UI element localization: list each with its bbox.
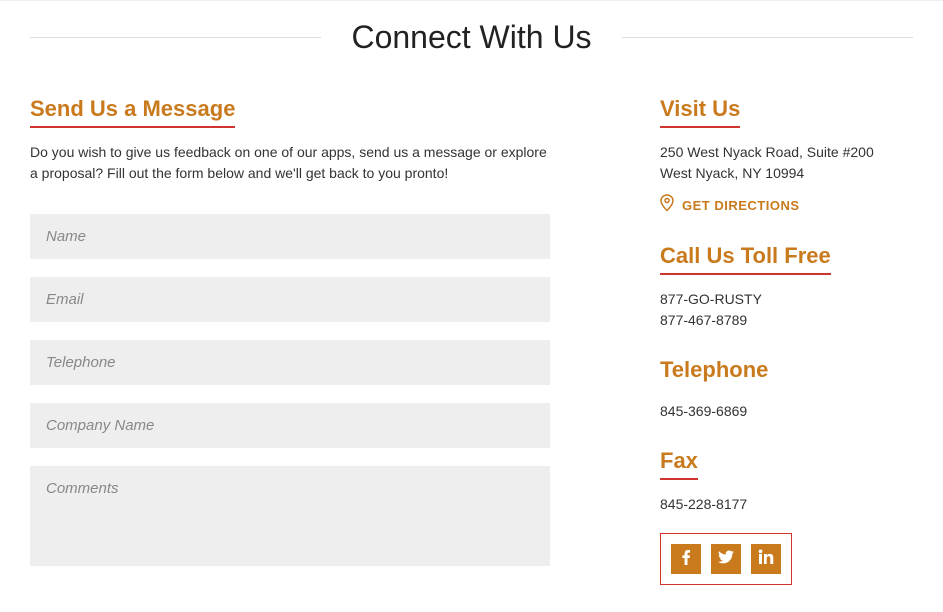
visit-addr2: West Nyack, NY 10994 — [660, 163, 913, 184]
facebook-icon — [678, 549, 694, 570]
telephone-section: Telephone 845-369-6869 — [660, 357, 913, 422]
tollfree-line1: 877-GO-RUSTY — [660, 289, 913, 310]
email-input[interactable] — [30, 277, 550, 322]
header-line-right — [622, 37, 913, 38]
fax-number: 845-228-8177 — [660, 494, 913, 515]
info-column: Visit Us 250 West Nyack Road, Suite #200… — [610, 96, 913, 589]
header-line-left — [30, 37, 321, 38]
telephone-input[interactable] — [30, 340, 550, 385]
linkedin-icon — [758, 549, 774, 570]
tollfree-section: Call Us Toll Free 877-GO-RUSTY 877-467-8… — [660, 243, 913, 331]
social-links-box — [660, 533, 792, 585]
send-message-heading: Send Us a Message — [30, 96, 235, 128]
header-row: Connect With Us — [30, 19, 913, 56]
linkedin-link[interactable] — [751, 544, 781, 574]
company-input[interactable] — [30, 403, 550, 448]
facebook-link[interactable] — [671, 544, 701, 574]
get-directions-label: GET DIRECTIONS — [682, 198, 800, 213]
map-pin-icon — [660, 194, 674, 217]
twitter-link[interactable] — [711, 544, 741, 574]
get-directions-link[interactable]: GET DIRECTIONS — [660, 194, 913, 217]
page-title: Connect With Us — [321, 19, 621, 56]
comments-input[interactable] — [30, 466, 550, 566]
send-message-intro: Do you wish to give us feedback on one o… — [30, 142, 550, 184]
name-input[interactable] — [30, 214, 550, 259]
top-divider — [0, 0, 943, 1]
visit-heading: Visit Us — [660, 96, 740, 128]
content: Send Us a Message Do you wish to give us… — [0, 96, 943, 589]
telephone-number: 845-369-6869 — [660, 401, 913, 422]
visit-section: Visit Us 250 West Nyack Road, Suite #200… — [660, 96, 913, 217]
tollfree-line2: 877-467-8789 — [660, 310, 913, 331]
visit-addr1: 250 West Nyack Road, Suite #200 — [660, 142, 913, 163]
message-column: Send Us a Message Do you wish to give us… — [30, 96, 610, 589]
fax-section: Fax 845-228-8177 — [660, 448, 913, 515]
tollfree-heading: Call Us Toll Free — [660, 243, 831, 275]
fax-heading: Fax — [660, 448, 698, 480]
twitter-icon — [718, 549, 734, 570]
telephone-heading: Telephone — [660, 357, 768, 387]
